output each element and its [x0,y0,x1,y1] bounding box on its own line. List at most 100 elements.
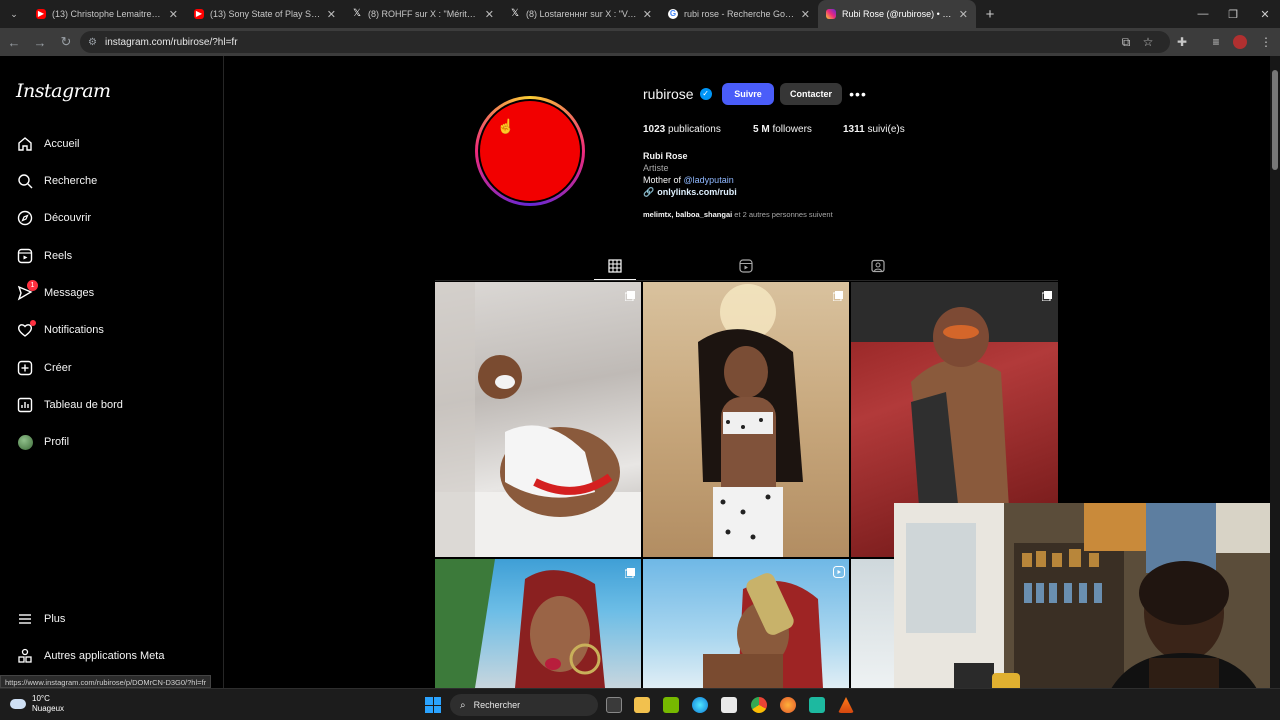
plus-square-icon [16,359,34,377]
scrollbar-thumb[interactable] [1272,70,1278,170]
nav-dashboard[interactable]: Tableau de bord [16,390,123,420]
close-tab-icon[interactable]: ✕ [959,8,968,21]
edge-icon[interactable] [692,697,708,713]
tab-title: (13) Christophe Lemaitre, les de [52,9,163,19]
notification-dot [30,320,36,326]
tab-title: (8) Lostarенннг sur X : "Voici l [526,9,637,19]
minimize-icon[interactable]: — [1188,0,1218,28]
profile-avatar[interactable] [480,101,580,201]
tab-posts-grid-icon[interactable] [605,256,625,276]
page-scrollbar[interactable] [1270,56,1280,688]
close-tab-icon[interactable]: ✕ [327,8,336,21]
app-icon[interactable] [809,697,825,713]
nav-messages[interactable]: 1 Messages [16,278,94,308]
taskbar-search[interactable]: ⌕ Rechercher [450,694,598,716]
bio-external-link[interactable]: 🔗 onlylinks.com/rubi [643,187,737,198]
forward-icon[interactable]: → [28,30,52,54]
meta-apps-icon [16,647,34,665]
active-tab-indicator [594,279,636,280]
following-count[interactable]: 1311 suivi(e)s [843,124,905,135]
home-icon [16,135,34,153]
nav-explore[interactable]: Découvrir [16,203,91,233]
post-thumbnail[interactable] [851,559,894,688]
search-icon [16,172,34,190]
nav-create[interactable]: Créer [16,353,72,383]
followers-count[interactable]: 5 M followers [753,124,812,135]
nav-label: Recherche [44,175,98,187]
windows-start-icon[interactable] [425,697,441,713]
tab-reels-icon[interactable] [736,256,756,276]
chrome-icon[interactable] [751,697,767,713]
browser-tab-5[interactable]: G rubi rose - Recherche Google ✕ [660,0,818,28]
follow-button[interactable]: Suivre [722,83,774,105]
close-tab-icon[interactable]: ✕ [643,8,652,21]
nav-label: Tableau de bord [44,399,123,411]
profile-username: rubirose ✓ [643,86,712,102]
nav-label: Reels [44,250,73,262]
url-text: instagram.com/rubirose/?hl=fr [104,36,238,48]
close-tab-icon[interactable]: ✕ [801,8,810,21]
close-tab-icon[interactable]: ✕ [485,8,494,21]
nvidia-icon[interactable] [663,697,679,713]
task-view-icon[interactable] [606,697,622,713]
link-icon: 🔗 [643,187,655,197]
followed-by-text[interactable]: melimtx, balboa_shangai et 2 autres pers… [643,210,833,219]
nav-notifications[interactable]: Notifications [16,315,104,345]
chart-icon [16,396,34,414]
bio-mention-link[interactable]: @ladyputain [684,175,734,185]
bookmark-star-icon[interactable]: ☆ [1136,30,1160,54]
extensions-icon[interactable]: ✚ [1170,30,1194,54]
browser-tab-1[interactable]: ▶ (13) Christophe Lemaitre, les de ✕ [28,0,186,28]
more-options-icon[interactable]: ••• [849,83,867,105]
avatar-gap [478,99,582,203]
url-input[interactable]: ⚙ instagram.com/rubirose/?hl=fr [80,31,1170,53]
windows-taskbar: 10°C Nuageux ⌕ Rechercher [0,688,1280,720]
site-info-icon[interactable]: ⚙ [88,37,97,48]
file-explorer-icon[interactable] [634,697,650,713]
nav-profile[interactable]: Profil [16,427,69,457]
vlc-icon[interactable] [838,697,854,713]
posts-number: 1023 [643,124,666,135]
post-thumbnail[interactable] [643,282,849,557]
maximize-icon[interactable]: ❐ [1218,0,1248,28]
nav-home[interactable]: Accueil [16,129,79,159]
back-icon[interactable]: ← [2,30,26,54]
carousel-icon [624,565,635,579]
weather-widget[interactable]: 10°C Nuageux [10,694,64,714]
reload-icon[interactable]: ↻ [54,30,78,54]
posts-count: 1023 publications [643,124,721,135]
tabs-divider [435,280,1058,281]
nav-meta-apps[interactable]: Autres applications Meta [16,641,164,671]
bio-text-content: Mother of [643,175,684,185]
install-app-icon[interactable]: ⧉ [1114,30,1138,54]
contact-button[interactable]: Contacter [780,83,842,105]
verified-badge-icon: ✓ [699,88,712,100]
browser-tab-3[interactable]: 𝕏 (8) ROHFF sur X : "Mérité 🙏🔴 ( ✕ [344,0,502,28]
post-thumbnail[interactable] [643,559,849,688]
browser-menu-icon[interactable]: ⋮ [1254,30,1278,54]
browser-tab-6[interactable]: Rubi Rose (@rubirose) • Photos ✕ [818,0,976,28]
nav-more[interactable]: Plus [16,604,65,634]
tab-tagged-icon[interactable] [868,256,888,276]
store-icon[interactable] [721,697,737,713]
firefox-icon[interactable] [780,697,796,713]
post-thumbnail[interactable] [435,559,641,688]
close-window-icon[interactable]: ✕ [1250,0,1280,28]
carousel-icon [1041,288,1052,302]
media-controls-icon[interactable]: ≡ [1204,30,1228,54]
tab-search-button[interactable]: ⌄ [0,0,28,28]
browser-tab-4[interactable]: 𝕏 (8) Lostarенннг sur X : "Voici l ✕ [502,0,660,28]
profile-avatar-icon[interactable] [1228,30,1252,54]
bio-link-text: onlylinks.com/rubi [657,187,737,197]
instagram-logo[interactable]: Instagram [16,80,111,102]
tab-title: (13) Sony State of Play Septem [210,9,321,19]
nav-reels[interactable]: Reels [16,241,72,271]
close-tab-icon[interactable]: ✕ [169,8,178,21]
profile-avatar-story-ring[interactable] [475,96,585,206]
menu-icon [16,610,34,628]
nav-search[interactable]: Recherche [16,166,97,196]
browser-tab-2[interactable]: ▶ (13) Sony State of Play Septem ✕ [186,0,344,28]
post-thumbnail[interactable] [435,282,641,557]
new-tab-button[interactable]: + [976,0,1004,28]
post-photo [703,573,823,688]
